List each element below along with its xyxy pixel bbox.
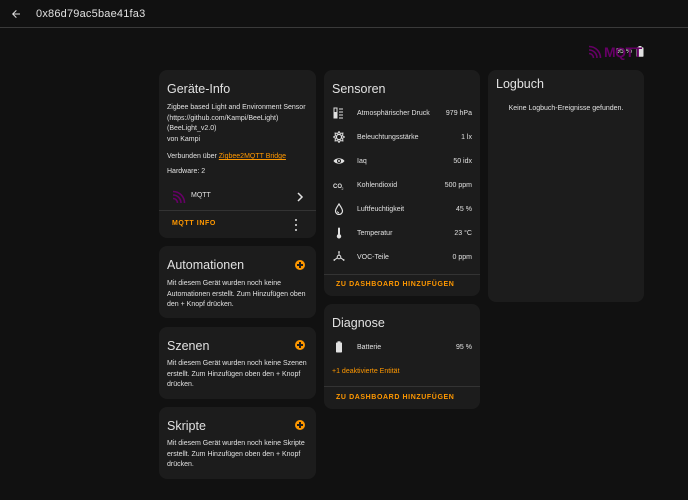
sensor-name: Atmosphärischer Druck: [357, 109, 430, 117]
scripts-empty-text: Mit diesem Gerät wurden noch keine Skrip…: [167, 440, 305, 468]
device-info-title: Geräte-Info: [167, 82, 231, 96]
sensor-row[interactable]: Atmosphärischer Druck 979 hPa: [332, 105, 472, 121]
mqtt-info-button[interactable]: MQTT INFO: [172, 220, 216, 227]
sensor-row[interactable]: CO 2 Kohlendioxid 500 ppm: [332, 177, 472, 193]
mqtt-brand-icon: [588, 45, 602, 59]
water-drop-icon: [332, 202, 346, 216]
sensor-value: 1 lx: [461, 133, 472, 141]
automations-card: Automationen Mit diesem Gerät wurden noc…: [159, 246, 316, 318]
sensor-value: 23 °C: [454, 229, 472, 237]
sensor-name: Luftfeuchtigkeit: [357, 205, 405, 213]
card-divider: [324, 274, 480, 275]
co2-icon: CO 2: [332, 178, 346, 192]
scripts-title: Skripte: [167, 419, 206, 433]
diagnostic-value: 95 %: [456, 343, 472, 351]
sensor-row[interactable]: Iaq 50 idx: [332, 153, 472, 169]
disabled-entities-link[interactable]: +1 deaktivierte Entität: [332, 368, 400, 375]
eye-icon: [332, 154, 346, 168]
arrow-left-icon: [12, 9, 20, 18]
hardware-version: Hardware: 2: [167, 168, 206, 175]
logbook-title: Logbuch: [496, 77, 544, 91]
sensor-value: 979 hPa: [445, 109, 472, 117]
scenes-empty-text: Mit diesem Gerät wurden noch keine Szene…: [167, 360, 307, 388]
sensor-row[interactable]: Beleuchtungsstärke 1 lx: [332, 129, 472, 145]
device-info-card: Geräte-Info Zigbee based Light and Envir…: [159, 70, 316, 238]
connected-via: Verbunden über Zigbee2MQTT Bridge: [167, 153, 286, 160]
more-options-icon[interactable]: [294, 219, 298, 231]
top-app-bar: 0x86d79ac5bae41fa3: [0, 0, 688, 28]
diagnostics-title: Diagnose: [332, 316, 385, 330]
add-to-dashboard-button[interactable]: ZU DASHBOARD HINZUFÜGEN: [336, 394, 454, 401]
sensor-name: Temperatur: [357, 229, 393, 237]
battery-icon: [332, 340, 346, 354]
page-title: 0x86d79ac5bae41fa3: [36, 7, 146, 20]
add-script-icon[interactable]: [295, 420, 305, 430]
diagnostics-card: Diagnose Batterie 95 % +1 deaktivierte E…: [324, 304, 480, 409]
sensors-card: Sensoren Atmosphärischer Druck 979 hPa B…: [324, 70, 480, 296]
card-divider: [159, 210, 316, 211]
sensors-title: Sensoren: [332, 82, 386, 96]
diagnostic-name: Batterie: [357, 343, 382, 351]
back-button[interactable]: [4, 2, 28, 26]
card-divider: [324, 386, 480, 387]
automations-empty-text: Mit diesem Gerät wurden noch keine Autom…: [167, 280, 306, 308]
scenes-title: Szenen: [167, 339, 210, 353]
diagnostic-row-battery[interactable]: Batterie 95 %: [332, 339, 472, 355]
integration-name: MQTT: [191, 192, 211, 199]
sensor-row[interactable]: VOC-Teile 0 ppm: [332, 249, 472, 265]
device-vendor: von Kampi: [167, 135, 201, 143]
mqtt-logo: MQTT: [588, 44, 642, 60]
device-description: Zigbee based Light and Environment Senso…: [167, 103, 313, 145]
sensor-value: 500 ppm: [444, 181, 472, 189]
bridge-link[interactable]: Zigbee2MQTT Bridge: [219, 153, 286, 160]
integration-row-mqtt[interactable]: MQTT: [159, 188, 316, 206]
mqtt-integration-icon: [172, 190, 186, 204]
logbook-card: Logbuch Keine Logbuch-Ereignisse gefunde…: [488, 70, 644, 302]
thermometer-icon: [332, 226, 346, 240]
sensor-value: 0 ppm: [452, 253, 472, 261]
sensor-name: VOC-Teile: [357, 253, 389, 261]
brightness-icon: [332, 130, 346, 144]
gauge-icon: [332, 106, 346, 120]
molecule-icon: [332, 250, 346, 264]
chevron-right-icon: [297, 192, 304, 202]
svg-text:2: 2: [342, 187, 344, 191]
sensor-name: Kohlendioxid: [357, 181, 398, 189]
sensor-name: Beleuchtungsstärke: [357, 133, 419, 141]
logbook-empty-text: Keine Logbuch-Ereignisse gefunden.: [508, 105, 624, 112]
scenes-card: Szenen Mit diesem Gerät wurden noch kein…: [159, 327, 316, 399]
automations-title: Automationen: [167, 258, 245, 272]
scripts-card: Skripte Mit diesem Gerät wurden noch kei…: [159, 407, 316, 479]
add-automation-icon[interactable]: [295, 260, 305, 270]
sensor-value: 50 idx: [453, 157, 472, 165]
add-scene-icon[interactable]: [295, 340, 305, 350]
sensor-value: 45 %: [456, 205, 472, 213]
sensor-row[interactable]: Temperatur 23 °C: [332, 225, 472, 241]
sensor-row[interactable]: Luftfeuchtigkeit 45 %: [332, 201, 472, 217]
add-to-dashboard-button[interactable]: ZU DASHBOARD HINZUFÜGEN: [336, 281, 454, 288]
sensor-name: Iaq: [357, 157, 367, 165]
